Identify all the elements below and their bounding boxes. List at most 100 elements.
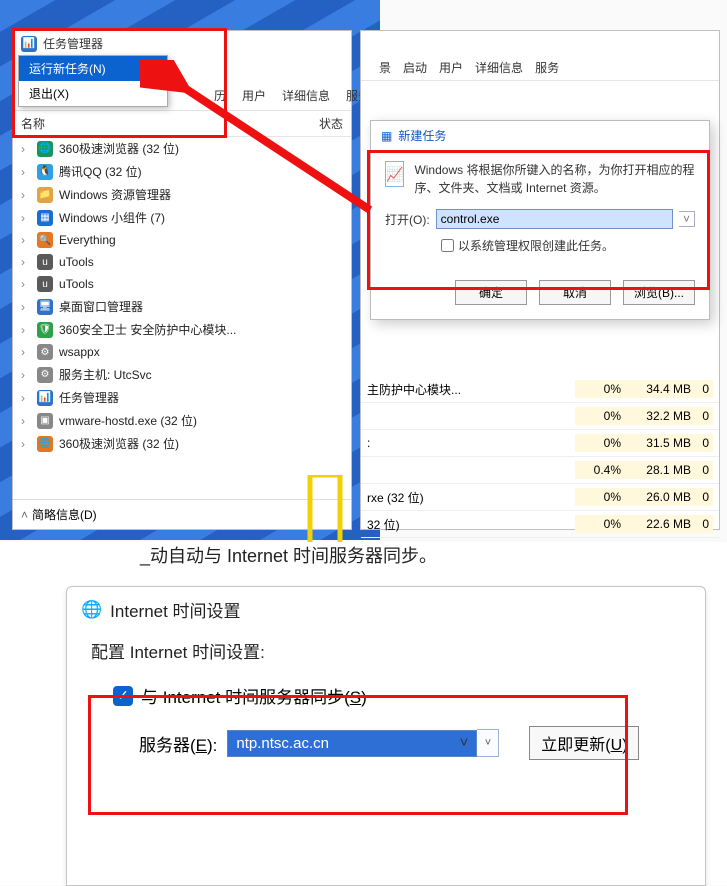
- expand-caret-icon[interactable]: ›: [21, 323, 31, 337]
- table-row[interactable]: 32 位)0%22.6 MB0: [361, 511, 719, 538]
- row-mem: 31.5 MB: [625, 434, 695, 452]
- expand-caret-icon[interactable]: ›: [21, 391, 31, 405]
- process-row[interactable]: ›🌐360极速浏览器 (32 位): [13, 432, 351, 455]
- table-row[interactable]: rxe (32 位)0%26.0 MB0: [361, 484, 719, 511]
- expand-caret-icon[interactable]: ›: [21, 300, 31, 314]
- process-name: 服务主机: UtcSvc: [59, 366, 152, 383]
- browse-button[interactable]: 浏览(B)...: [623, 280, 695, 305]
- tab-details[interactable]: 详细信息: [281, 85, 331, 106]
- row-zero: 0: [695, 488, 713, 506]
- sync-checkbox[interactable]: ✓: [113, 686, 133, 706]
- process-name: 腾讯QQ (32 位): [59, 163, 142, 180]
- cancel-button[interactable]: 取消: [539, 280, 611, 305]
- update-now-button[interactable]: 立即更新(U): [529, 726, 639, 760]
- process-name: vmware-hostd.exe (32 位): [59, 412, 197, 429]
- expand-caret-icon[interactable]: ›: [21, 277, 31, 291]
- process-icon: 📊: [37, 390, 53, 406]
- col-name[interactable]: 名称: [21, 115, 319, 132]
- row-name: :: [367, 436, 575, 450]
- menu-exit[interactable]: 退出(X): [19, 81, 167, 106]
- run-hint: 📈 Windows 将根据你所键入的名称，为你打开相应的程序、文件夹、文档或 I…: [385, 161, 695, 197]
- dropdown-caret-icon[interactable]: ˅: [679, 211, 695, 227]
- process-row[interactable]: ›🔍Everything: [13, 229, 351, 251]
- run-hint-text: Windows 将根据你所键入的名称，为你打开相应的程序、文件夹、文档或 Int…: [414, 161, 695, 197]
- process-name: 360安全卫士 安全防护中心模块...: [59, 321, 236, 338]
- row-cpu: 0%: [575, 407, 625, 425]
- globe-icon: 🌐: [81, 600, 102, 620]
- open-input[interactable]: [436, 209, 673, 229]
- file-menu-dropdown: 运行新任务(N) 退出(X): [18, 55, 168, 107]
- process-row[interactable]: ›📁Windows 资源管理器: [13, 183, 351, 206]
- process-icon: ▦: [37, 210, 53, 226]
- process-icon: 🖥: [37, 299, 53, 315]
- expand-caret-icon[interactable]: ›: [21, 233, 31, 247]
- row-mem: 34.4 MB: [625, 380, 695, 398]
- row-zero: 0: [695, 407, 713, 425]
- process-row[interactable]: ›uuTools: [13, 251, 351, 273]
- tab-history[interactable]: 历: [213, 85, 227, 106]
- row-zero: 0: [695, 380, 713, 398]
- run-icon: ▦: [381, 129, 392, 143]
- process-icon: 🌐: [37, 436, 53, 452]
- expand-caret-icon[interactable]: ›: [21, 414, 31, 428]
- process-icon: ⚙: [37, 344, 53, 360]
- row-zero: 0: [695, 434, 713, 452]
- expand-caret-icon[interactable]: ›: [21, 188, 31, 202]
- row-zero: 0: [695, 515, 713, 533]
- process-row[interactable]: ›📊任务管理器: [13, 386, 351, 409]
- process-row[interactable]: › 🛡 360安全卫士 安全防护中心模块...: [13, 318, 351, 341]
- table-row[interactable]: 0.4%28.1 MB0: [361, 457, 719, 484]
- server-combobox[interactable]: ntp.ntsc.ac.cn: [227, 730, 477, 757]
- process-row[interactable]: ›🌐360极速浏览器 (32 位): [13, 137, 351, 160]
- expand-caret-icon[interactable]: ›: [21, 255, 31, 269]
- process-row[interactable]: ›▣vmware-hostd.exe (32 位): [13, 409, 351, 432]
- table-row[interactable]: 主防护中心模块...0%34.4 MB0: [361, 376, 719, 403]
- tab-users-r[interactable]: 用户: [439, 59, 463, 76]
- sync-description: _动自动与 Internet 时间服务器同步。: [140, 542, 437, 568]
- expand-caret-icon[interactable]: ›: [21, 345, 31, 359]
- process-name: wsappx: [59, 345, 100, 359]
- process-row[interactable]: ›⚙服务主机: UtcSvc: [13, 363, 351, 386]
- process-icon: 🐧: [37, 164, 53, 180]
- tab-users[interactable]: 用户: [241, 85, 267, 106]
- tab-bg[interactable]: 景: [379, 59, 391, 76]
- table-row[interactable]: 0%32.2 MB0: [361, 403, 719, 430]
- row-mem: 28.1 MB: [625, 461, 695, 479]
- internet-time-dialog: 🌐 Internet 时间设置 配置 Internet 时间设置: ✓ 与 In…: [66, 586, 706, 886]
- process-row[interactable]: ›uuTools: [13, 273, 351, 295]
- expand-caret-icon[interactable]: ›: [21, 165, 31, 179]
- process-row[interactable]: › 🐧 腾讯QQ (32 位): [13, 160, 351, 183]
- row-cpu: 0%: [575, 434, 625, 452]
- process-row[interactable]: › ▦ Windows 小组件 (7): [13, 206, 351, 229]
- tab-details-r[interactable]: 详细信息: [475, 59, 523, 76]
- menu-run-new-task[interactable]: 运行新任务(N): [19, 56, 167, 81]
- expand-caret-icon[interactable]: ›: [21, 142, 31, 156]
- tab-startup[interactable]: 启动: [403, 59, 427, 76]
- expand-caret-icon[interactable]: ›: [21, 211, 31, 225]
- process-name: uTools: [59, 277, 94, 291]
- process-row[interactable]: ›🖥桌面窗口管理器: [13, 295, 351, 318]
- process-name: Windows 小组件 (7): [59, 209, 165, 226]
- col-status[interactable]: 状态: [319, 115, 343, 132]
- expand-caret-icon[interactable]: ›: [21, 437, 31, 451]
- row-cpu: 0%: [575, 515, 625, 533]
- process-row[interactable]: › ⚙ wsappx: [13, 341, 351, 363]
- footer-bar: ˄ 简略信息(D): [13, 499, 351, 529]
- brief-info-link[interactable]: 简略信息(D): [32, 506, 97, 523]
- admin-checkbox[interactable]: [441, 239, 454, 252]
- right-tabs: 景 启动 用户 详细信息 服务: [361, 31, 719, 81]
- ok-button[interactable]: 确定: [455, 280, 527, 305]
- row-cpu: 0.4%: [575, 461, 625, 479]
- chevron-up-icon[interactable]: ˄: [21, 508, 28, 522]
- combo-caret-icon[interactable]: ˅: [477, 729, 499, 757]
- process-name: uTools: [59, 255, 94, 269]
- table-row[interactable]: :0%31.5 MB0: [361, 430, 719, 457]
- process-list: ›🌐360极速浏览器 (32 位)›🐧腾讯QQ (32 位)›📁Windows …: [13, 137, 351, 455]
- row-name: rxe (32 位): [367, 489, 575, 506]
- process-icon: 🛡: [37, 322, 53, 338]
- expand-caret-icon[interactable]: ›: [21, 368, 31, 382]
- sync-label: 与 Internet 时间服务器同步(S): [141, 683, 367, 708]
- admin-label: 以系统管理权限创建此任务。: [458, 237, 614, 254]
- process-icon: 🌐: [37, 141, 53, 157]
- tab-services-r[interactable]: 服务: [535, 59, 559, 76]
